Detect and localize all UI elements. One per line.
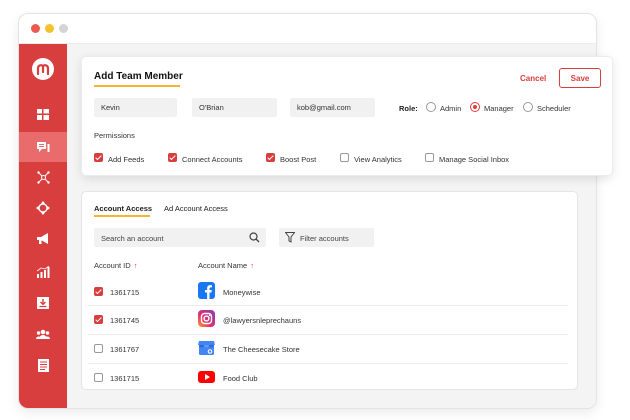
account-search-input[interactable]: Search an account: [94, 228, 266, 247]
column-header-account-name[interactable]: Account Name ↑: [198, 261, 254, 270]
minimize-window-button[interactable]: [45, 24, 54, 33]
save-button[interactable]: Save: [559, 68, 601, 88]
column-header-account-name-label: Account Name: [198, 261, 248, 270]
add-team-member-card: Add Team Member Cancel Save Kevin O'Bria…: [81, 56, 613, 176]
first-name-field[interactable]: Kevin: [94, 98, 177, 117]
account-id: 1361767: [110, 345, 140, 354]
tab-account-access[interactable]: Account Access: [94, 204, 152, 213]
app-logo[interactable]: [32, 58, 54, 80]
sort-arrow-icon: ↑: [250, 261, 254, 270]
permission-label-manage-social-inbox: Manage Social Inbox: [439, 155, 510, 164]
reports-icon: [37, 358, 49, 372]
row-checkbox[interactable]: [94, 344, 103, 353]
sidebar-item-megaphone[interactable]: [19, 224, 67, 254]
download-icon: [37, 297, 49, 309]
maximize-window-button[interactable]: [59, 24, 68, 33]
filter-icon: [285, 232, 295, 243]
sort-arrow-icon: ↑: [133, 261, 138, 270]
move-icon: [36, 201, 50, 215]
permission-checkbox-boost-post[interactable]: [266, 153, 275, 162]
column-header-account-id-label: Account ID: [94, 261, 131, 270]
email-field[interactable]: kob@gmail.com: [290, 98, 375, 117]
form-title: Add Team Member: [94, 71, 183, 82]
sidebar: [19, 44, 67, 408]
publish-icon: [36, 141, 49, 152]
close-window-button[interactable]: [31, 24, 40, 33]
sidebar-item-download[interactable]: [19, 288, 67, 318]
sidebar-item-publish[interactable]: [19, 132, 67, 162]
dashboard-icon: [37, 108, 49, 120]
permission-label-connect-accounts: Connect Accounts: [182, 155, 243, 164]
search-placeholder: Search an account: [101, 234, 164, 243]
title-bar: [19, 14, 596, 44]
megaphone-icon: [36, 233, 48, 244]
account-name: Food Club: [223, 374, 258, 383]
last-name-field[interactable]: O'Brian: [192, 98, 277, 117]
role-radio-admin[interactable]: [426, 102, 436, 112]
sidebar-item-network[interactable]: [19, 162, 67, 192]
filter-placeholder: Filter accounts: [300, 234, 349, 243]
tab-ad-account-access[interactable]: Ad Account Access: [164, 204, 228, 213]
role-label-admin: Admin: [440, 104, 462, 113]
account-name: @lawyersnleprechauns: [223, 316, 302, 325]
table-row[interactable]: 1361715 Food Club: [82, 363, 579, 392]
permissions-title: Permissions: [94, 131, 135, 140]
permission-label-boost-post: Boost Post: [280, 155, 317, 164]
facebook-icon: [198, 282, 215, 299]
permission-label-add-feeds: Add Feeds: [108, 155, 145, 164]
role-label-scheduler: Scheduler: [537, 104, 571, 113]
sidebar-item-reports[interactable]: [19, 350, 67, 380]
permission-checkbox-view-analytics[interactable]: [340, 153, 349, 162]
account-name: Moneywise: [223, 288, 261, 297]
account-access-card: Account Access Ad Account Access Search …: [81, 191, 578, 390]
account-id: 1361715: [110, 288, 140, 297]
sidebar-item-team[interactable]: [19, 319, 67, 349]
role-radio-scheduler[interactable]: [523, 102, 533, 112]
row-checkbox[interactable]: [94, 373, 103, 382]
title-underline: [94, 85, 180, 87]
account-id: 1361715: [110, 374, 140, 383]
permission-label-view-analytics: View Analytics: [354, 155, 402, 164]
table-row[interactable]: 1361745 @lawyersnleprechauns: [82, 305, 579, 334]
youtube-icon: [198, 371, 215, 383]
instagram-icon: [198, 310, 215, 327]
network-icon: [36, 170, 50, 184]
permission-checkbox-connect-accounts[interactable]: [168, 153, 177, 162]
cancel-button[interactable]: Cancel: [520, 74, 546, 83]
permission-checkbox-manage-social-inbox[interactable]: [425, 153, 434, 162]
account-filter-input[interactable]: Filter accounts: [279, 228, 374, 247]
active-tab-underline: [94, 215, 150, 217]
role-label-manager: Manager: [484, 104, 514, 113]
account-id: 1361745: [110, 316, 140, 325]
analytics-icon: [36, 266, 49, 278]
permission-checkbox-add-feeds[interactable]: [94, 153, 103, 162]
sidebar-item-dashboard[interactable]: [19, 99, 67, 129]
account-name: The Cheesecake Store: [223, 345, 300, 354]
sidebar-item-move[interactable]: [19, 193, 67, 223]
google-my-business-icon: [198, 341, 215, 355]
search-icon: [249, 232, 260, 243]
table-row[interactable]: 1361767 The Cheesecake Store: [82, 334, 579, 363]
role-label: Role:: [399, 104, 418, 113]
column-header-account-id[interactable]: Account ID ↑: [94, 261, 137, 270]
table-row[interactable]: 1361715 Moneywise: [82, 277, 579, 306]
role-radio-manager[interactable]: [470, 102, 480, 112]
sidebar-item-analytics[interactable]: [19, 257, 67, 287]
row-checkbox[interactable]: [94, 315, 103, 324]
row-checkbox[interactable]: [94, 287, 103, 296]
team-icon: [36, 329, 50, 339]
